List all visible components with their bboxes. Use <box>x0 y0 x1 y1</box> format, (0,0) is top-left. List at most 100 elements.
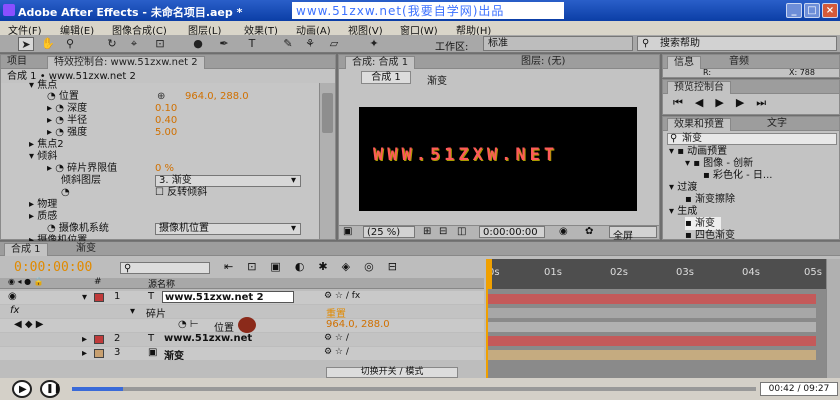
layer-name[interactable]: www.51zxw.net <box>164 333 252 344</box>
layer-expand-icon[interactable]: ▾ <box>82 292 87 303</box>
subtab-gradient[interactable]: 渐变 <box>427 72 447 87</box>
brush-tool-icon[interactable]: ✎ <box>280 37 296 51</box>
tree-colorize[interactable]: ▪ 彩色化 - 日... <box>703 169 772 182</box>
selection-tool-icon[interactable]: ➤ <box>18 37 34 51</box>
pause-button[interactable]: ❚❚ <box>40 380 61 398</box>
stopwatch-icon[interactable]: ◔ <box>47 91 56 102</box>
safe-zones-icon[interactable]: ⊞ <box>423 226 431 237</box>
workspace-select[interactable]: 标准 <box>483 36 633 51</box>
tab-timeline-gradient[interactable]: 渐变 <box>70 243 102 256</box>
layer-duration-bar[interactable] <box>486 336 816 346</box>
time-ruler[interactable]: 0s 01s 02s 03s 04s 05s <box>486 259 826 289</box>
timeline-timecode[interactable]: 0:00:00:00 <box>14 260 92 275</box>
stopwatch-icon[interactable]: ◔ <box>61 186 70 199</box>
preview-transport-controls[interactable]: ⏮◀▶▶⏭ <box>673 96 778 110</box>
player-time: 00:42 / 09:27 <box>760 382 838 396</box>
solid-layer-icon: ▣ <box>148 347 158 358</box>
property-name[interactable]: 位置 <box>214 319 234 334</box>
rotate-tool-icon[interactable]: ↻ <box>104 37 120 51</box>
tab-preview[interactable]: 预览控制台 <box>667 81 731 94</box>
play-button[interactable]: ▶ <box>12 380 32 398</box>
timeline-search-input[interactable]: ⚲ <box>120 262 210 274</box>
maximize-button[interactable]: □ <box>804 3 820 18</box>
camera-system-select[interactable]: 摄像机位置 ▾ <box>155 223 301 235</box>
layer-number: 1 <box>114 291 121 302</box>
info-panel: 信息 音频 R: X: 788 <box>662 54 840 78</box>
toggle-switches-modes[interactable]: 切换开关 / 模式 <box>326 367 458 378</box>
track-area[interactable] <box>486 289 826 379</box>
tab-project[interactable]: 项目 <box>1 56 33 69</box>
label-color[interactable] <box>94 335 104 344</box>
info-x: X: 788 <box>789 68 815 77</box>
tab-audio[interactable]: 音频 <box>723 56 755 69</box>
position-value[interactable]: 964.0, 288.0 <box>185 90 249 103</box>
layer-switches[interactable]: ⚙ ☆ / <box>324 333 349 343</box>
zoom-select[interactable]: (25 %) <box>363 226 415 238</box>
eye-icon[interactable]: ◉ <box>8 291 17 302</box>
tab-composition[interactable]: 合成: 合成 1 <box>345 56 416 69</box>
layer-switches[interactable]: ⚙ ☆ / fx <box>324 291 360 301</box>
playhead-line <box>486 289 488 379</box>
stopwatch-icon[interactable]: ◔ ⊢ <box>178 319 199 330</box>
progress-fill <box>72 387 123 391</box>
layer-duration-bar[interactable] <box>486 350 816 360</box>
clone-tool-icon[interactable]: ⚘ <box>302 37 318 51</box>
layer-duration-bar[interactable] <box>486 294 816 304</box>
viewer-controls: ▣ (25 %) ⊞ ⊟ ◫ 0:00:00:00 ◉ ✿ 全屏 <box>339 225 659 242</box>
layer-switches[interactable]: ⚙ ☆ / <box>324 347 349 357</box>
close-button[interactable]: × <box>822 3 838 18</box>
effect-expand-icon[interactable]: ▾ <box>130 306 135 317</box>
composition-viewer[interactable]: WWW.51ZXW.NET <box>359 107 637 211</box>
search-icon: ⚲ <box>670 133 678 144</box>
playhead[interactable] <box>486 259 492 289</box>
keyframe-nav-icon[interactable]: ◀ ◆ ▶ <box>14 319 43 330</box>
tab-text[interactable]: 文字 <box>761 118 793 131</box>
snapshot-icon[interactable]: ◉ <box>559 226 568 237</box>
pan-behind-tool-icon[interactable]: ⊡ <box>152 37 168 51</box>
tab-effect-controls[interactable]: 特效控制台: www.51zxw.net 2 <box>47 56 205 69</box>
info-r: R: <box>703 68 712 77</box>
grid-icon[interactable]: ▣ <box>343 226 352 237</box>
pen-tool-icon[interactable]: ✒ <box>216 37 232 51</box>
hand-tool-icon[interactable]: ✋ <box>40 37 56 51</box>
subtab-comp1[interactable]: 合成 1 <box>361 71 411 84</box>
effects-search-input[interactable]: 渐变 <box>667 133 837 145</box>
property-value[interactable]: 964.0, 288.0 <box>326 319 390 330</box>
tab-layer[interactable]: 图层: (无) <box>515 56 571 69</box>
mask-visibility-icon[interactable]: ⊟ <box>439 226 447 237</box>
camera-tool-icon[interactable]: ⌖ <box>126 37 142 51</box>
invert-tilt-checkbox[interactable]: ☐ 反转倾斜 <box>155 186 207 199</box>
layer-row[interactable]: fx ▾ 碎片 重置 <box>0 305 484 320</box>
comp-timecode[interactable]: 0:00:00:00 <box>479 226 545 238</box>
layer-name[interactable]: 渐变 <box>164 347 184 362</box>
effect-name[interactable]: 碎片 <box>146 305 166 320</box>
layer-expand-icon[interactable]: ▸ <box>82 348 87 359</box>
puppet-tool-icon[interactable]: ✦ <box>366 37 382 51</box>
minimize-button[interactable]: _ <box>786 3 802 18</box>
layer-row[interactable]: ◀ ◆ ▶ ◔ ⊢ 位置 964.0, 288.0 <box>0 317 484 334</box>
search-help-input[interactable]: 搜索帮助 <box>637 36 837 51</box>
reset-link[interactable]: 重置 <box>326 305 346 320</box>
layer-row[interactable]: ▸ 3 ▣ 渐变 ⚙ ☆ / <box>0 347 484 362</box>
camera-snapshot-icon[interactable]: ◫ <box>457 226 466 237</box>
layer-row[interactable]: ◉ ▾ 1 T www.51zxw.net 2 ⚙ ☆ / fx <box>0 291 484 304</box>
progress-track[interactable] <box>72 387 756 391</box>
resolution-select[interactable]: 全屏 <box>609 226 657 242</box>
tab-info[interactable]: 信息 <box>667 56 701 69</box>
zoom-tool-icon[interactable]: ⚲ <box>62 37 78 51</box>
color-channel-icon[interactable]: ✿ <box>585 226 593 237</box>
label-color[interactable] <box>94 349 104 358</box>
layer-row[interactable]: ▸ 2 T www.51zxw.net ⚙ ☆ / <box>0 333 484 346</box>
layer-name-input[interactable]: www.51zxw.net 2 <box>162 291 294 303</box>
mask-tool-icon[interactable]: ● <box>190 37 206 51</box>
preview-panel: 预览控制台 ⏮◀▶▶⏭ <box>662 79 840 115</box>
effects-scrollbar[interactable] <box>319 83 335 239</box>
label-color[interactable] <box>94 293 104 302</box>
layer-expand-icon[interactable]: ▸ <box>82 334 87 345</box>
tab-timeline-comp1[interactable]: 合成 1 <box>4 243 48 256</box>
text-tool-icon[interactable]: T <box>244 37 260 51</box>
timeline-switches[interactable]: ⇤⊡▣◐✱◈◎⊟ <box>224 260 411 273</box>
timeline-scrollbar[interactable] <box>826 259 840 379</box>
eraser-tool-icon[interactable]: ▱ <box>326 37 342 51</box>
tab-effects-presets[interactable]: 效果和预置 <box>667 118 731 131</box>
